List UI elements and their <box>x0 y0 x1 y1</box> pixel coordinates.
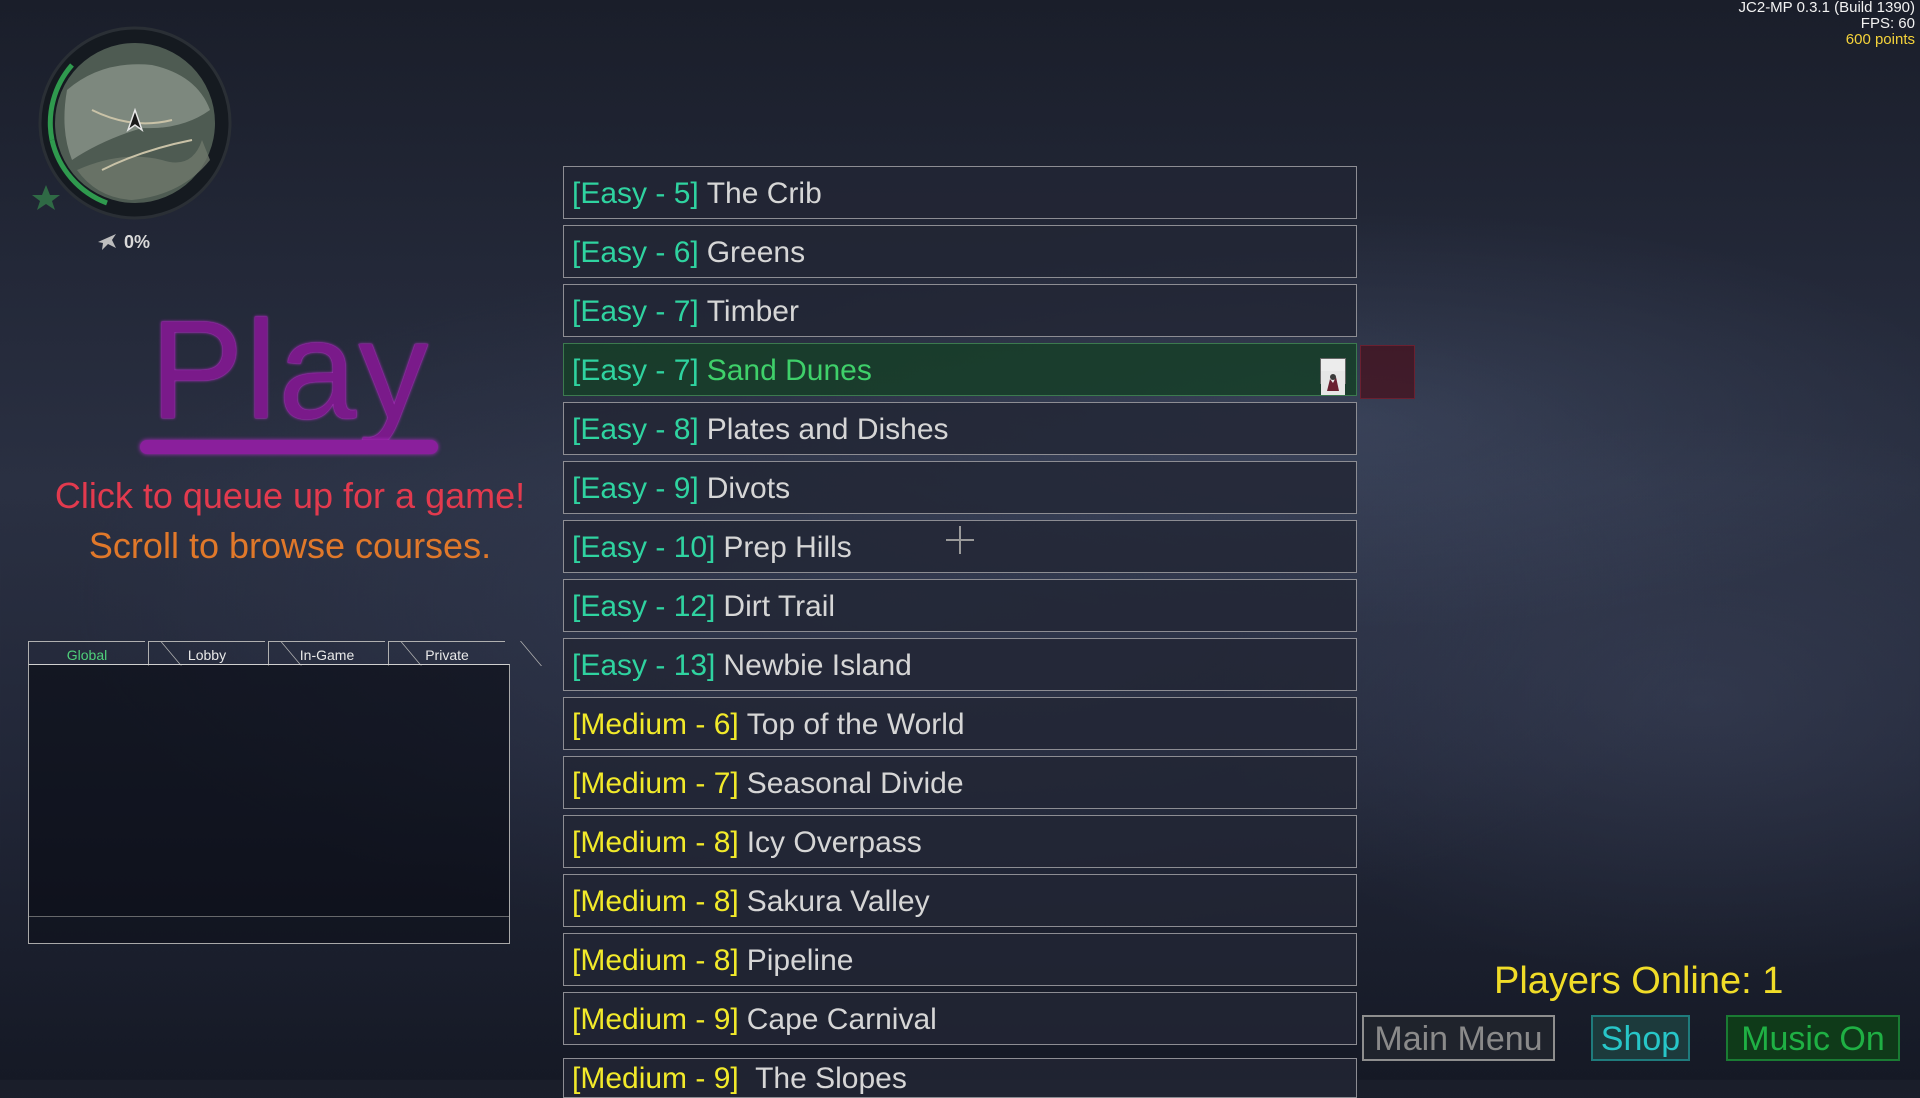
music-toggle-button[interactable]: Music On <box>1726 1015 1900 1061</box>
course-name: Divots <box>706 472 791 505</box>
players-online: Players Online: 1 <box>1494 960 1784 1002</box>
course-item[interactable]: [Easy - 5] The Crib <box>563 166 1357 219</box>
tab-in-game[interactable]: In-Game <box>268 641 385 666</box>
course-item[interactable]: [Medium - 7] Seasonal Divide <box>563 756 1357 809</box>
course-item[interactable]: [Easy - 12] Dirt Trail <box>563 579 1357 632</box>
course-item[interactable]: [Easy - 13] Newbie Island <box>563 638 1357 691</box>
course-difficulty: [Easy - 6] <box>572 236 699 269</box>
course-name: Icy Overpass <box>746 826 922 859</box>
course-difficulty: [Medium - 9] <box>572 1003 739 1036</box>
course-item[interactable]: [Medium - 9] The Slopes <box>563 1058 1357 1098</box>
fps-counter: FPS: 60 <box>1860 15 1915 32</box>
course-name: Seasonal Divide <box>746 767 964 800</box>
minimap-percent-value: 0% <box>124 232 151 252</box>
course-difficulty: [Medium - 8] <box>572 944 739 977</box>
points-counter: 600 points <box>1845 31 1915 48</box>
course-difficulty: [Medium - 6] <box>572 708 739 741</box>
course-name: Dirt Trail <box>723 590 836 623</box>
queue-hint: Click to queue up for a game! <box>54 475 526 516</box>
course-difficulty: [Easy - 5] <box>572 177 699 210</box>
course-item[interactable]: [Medium - 9] Cape Carnival <box>563 992 1357 1045</box>
chat-input[interactable] <box>28 916 510 944</box>
version-text: JC2-MP 0.3.1 (Build 1390) <box>1738 0 1915 16</box>
course-name: Greens <box>706 236 806 269</box>
course-name: The Crib <box>706 177 822 210</box>
course-name: Cape Carnival <box>746 1003 937 1036</box>
crosshair-icon <box>946 526 974 554</box>
course-name: Prep Hills <box>723 531 852 564</box>
plane-icon <box>96 230 118 252</box>
tab-global[interactable]: Global <box>28 641 145 666</box>
play-underline <box>140 440 438 454</box>
course-difficulty: [Medium - 7] <box>572 767 739 800</box>
course-name: Plates and Dishes <box>706 413 949 446</box>
shop-button[interactable]: Shop <box>1591 1015 1690 1061</box>
course-item[interactable]: [Medium - 8] Sakura Valley <box>563 874 1357 927</box>
course-difficulty: [Easy - 8] <box>572 413 699 446</box>
selected-course-side-marker[interactable] <box>1360 345 1415 399</box>
chat-tabs: Global Lobby In-Game Private <box>28 641 508 666</box>
course-difficulty: [Easy - 12] <box>572 590 716 623</box>
scroll-hint: Scroll to browse courses. <box>88 525 492 566</box>
course-difficulty: [Easy - 13] <box>572 649 716 682</box>
course-item[interactable]: [Medium - 6] Top of the World <box>563 697 1357 750</box>
course-difficulty: [Medium - 9] <box>572 1062 739 1095</box>
course-item[interactable]: [Easy - 8] Plates and Dishes <box>563 402 1357 455</box>
course-difficulty: [Easy - 7] <box>572 354 699 387</box>
course-item[interactable]: [Medium - 8] Pipeline <box>563 933 1357 986</box>
tab-lobby[interactable]: Lobby <box>148 641 265 666</box>
course-name: Sakura Valley <box>746 885 930 918</box>
course-item[interactable]: [Easy - 9] Divots <box>563 461 1357 514</box>
course-difficulty: [Easy - 9] <box>572 472 699 505</box>
course-name: Top of the World <box>746 708 965 741</box>
minimap <box>32 20 232 220</box>
course-difficulty: [Medium - 8] <box>572 826 739 859</box>
course-item[interactable]: [Easy - 6] Greens <box>563 225 1357 278</box>
course-list[interactable]: [Easy - 5] The Crib [Easy - 6] Greens [Easy … <box>563 166 1357 1051</box>
course-item[interactable]: [Easy - 7] Timber <box>563 284 1357 337</box>
course-preview-icon[interactable] <box>1320 358 1346 395</box>
course-item[interactable]: [Medium - 8] Icy Overpass <box>563 815 1357 868</box>
tab-private[interactable]: Private <box>388 641 505 666</box>
course-name: The Slopes <box>755 1062 907 1095</box>
waypoint-star-icon <box>32 185 60 210</box>
minimap-percent: 0% <box>96 230 150 253</box>
course-name: Pipeline <box>746 944 854 977</box>
hud-info: JC2-MP 0.3.1 (Build 1390) FPS: 60 600 po… <box>1739 0 1915 48</box>
main-menu-button[interactable]: Main Menu <box>1362 1015 1555 1061</box>
course-difficulty: [Easy - 10] <box>572 531 716 564</box>
course-difficulty: [Medium - 8] <box>572 885 739 918</box>
course-name: Timber <box>706 295 799 328</box>
chat-messages[interactable] <box>28 664 510 917</box>
play-title: Play <box>150 291 431 448</box>
course-item-selected[interactable]: [Easy - 7] Sand Dunes <box>563 343 1357 396</box>
course-name: Sand Dunes <box>706 354 872 387</box>
course-difficulty: [Easy - 7] <box>572 295 699 328</box>
course-name: Newbie Island <box>723 649 912 682</box>
